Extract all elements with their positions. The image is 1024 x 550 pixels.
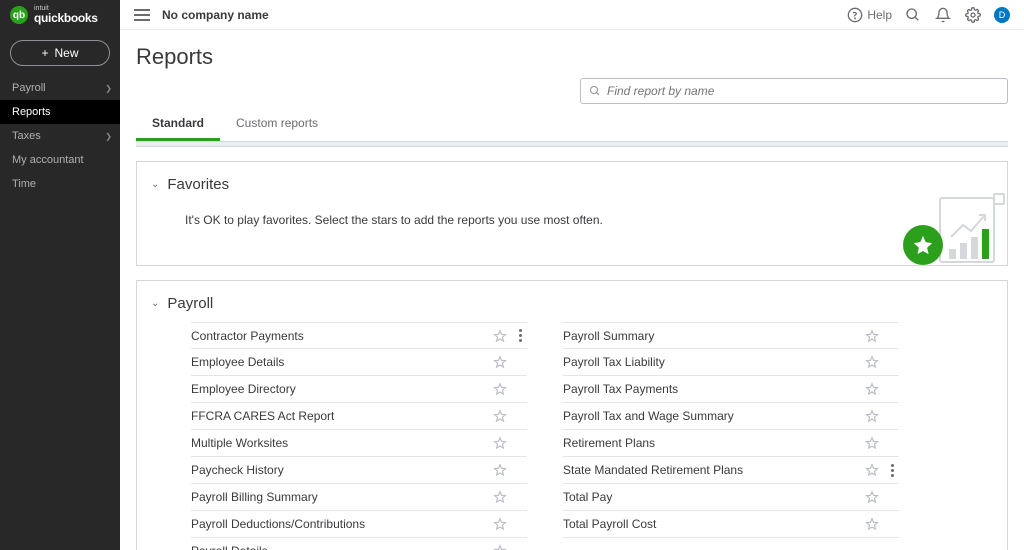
- report-link[interactable]: Employee Directory: [191, 382, 493, 396]
- search-box[interactable]: [580, 78, 1008, 104]
- chevron-down-icon[interactable]: ⌄: [151, 179, 159, 190]
- report-link[interactable]: Multiple Worksites: [191, 436, 493, 450]
- star-icon[interactable]: [493, 355, 507, 369]
- company-name: No company name: [162, 8, 269, 22]
- new-button-label: New: [55, 46, 79, 60]
- report-link[interactable]: Payroll Tax and Wage Summary: [563, 409, 865, 423]
- report-link[interactable]: Total Payroll Cost: [563, 517, 865, 531]
- report-link[interactable]: Payroll Details: [191, 544, 493, 550]
- star-icon[interactable]: [865, 517, 879, 531]
- sidebar-item-time[interactable]: Time: [0, 172, 120, 196]
- help-label: Help: [867, 8, 892, 22]
- help-icon: [847, 7, 863, 23]
- quickbooks-icon: qb: [10, 6, 28, 24]
- report-row: Multiple Worksites: [191, 430, 527, 457]
- report-row: Payroll Details: [191, 538, 527, 550]
- gear-icon[interactable]: [964, 6, 982, 24]
- report-link[interactable]: Retirement Plans: [563, 436, 865, 450]
- sidebar-item-label: Payroll: [12, 82, 46, 94]
- sidebar-item-label: Time: [12, 178, 36, 190]
- sidebar-item-taxes[interactable]: Taxes ❯: [0, 124, 120, 148]
- kebab-icon[interactable]: [885, 464, 899, 477]
- report-row: Payroll Tax and Wage Summary: [563, 403, 899, 430]
- sidebar-item-label: Reports: [12, 106, 51, 118]
- report-link[interactable]: Total Pay: [563, 490, 865, 504]
- star-badge-icon: [903, 225, 943, 265]
- new-button[interactable]: + New: [10, 40, 110, 66]
- sidebar-item-label: Taxes: [12, 130, 41, 142]
- avatar[interactable]: D: [994, 7, 1010, 23]
- report-row: Payroll Deductions/Contributions: [191, 511, 527, 538]
- report-row: Contractor Payments: [191, 322, 527, 349]
- favorites-title: Favorites: [167, 176, 229, 193]
- report-row: FFCRA CARES Act Report: [191, 403, 527, 430]
- report-link[interactable]: Payroll Summary: [563, 329, 865, 343]
- report-link[interactable]: Paycheck History: [191, 463, 493, 477]
- star-icon[interactable]: [493, 490, 507, 504]
- report-link[interactable]: Payroll Tax Liability: [563, 355, 865, 369]
- sidebar: qb intuit quickbooks + New Payroll ❯ Repor…: [0, 0, 120, 550]
- hamburger-icon[interactable]: [134, 9, 150, 21]
- star-icon[interactable]: [493, 436, 507, 450]
- brand-logo: qb intuit quickbooks: [0, 0, 120, 30]
- favorites-message: It's OK to play favorites. Select the st…: [185, 213, 993, 227]
- star-icon[interactable]: [493, 329, 507, 343]
- report-row: State Mandated Retirement Plans: [563, 457, 899, 484]
- report-link[interactable]: State Mandated Retirement Plans: [563, 463, 865, 477]
- search-input[interactable]: [607, 84, 999, 98]
- star-icon[interactable]: [865, 382, 879, 396]
- brand-name: quickbooks: [34, 11, 98, 25]
- report-link[interactable]: Payroll Tax Payments: [563, 382, 865, 396]
- star-icon[interactable]: [493, 409, 507, 423]
- star-icon[interactable]: [865, 409, 879, 423]
- star-icon[interactable]: [865, 355, 879, 369]
- tabs: StandardCustom reports: [136, 108, 1008, 142]
- star-icon[interactable]: [865, 329, 879, 343]
- star-icon[interactable]: [865, 490, 879, 504]
- payroll-title: Payroll: [167, 295, 213, 312]
- section-divider: [136, 141, 1008, 147]
- page-title: Reports: [136, 44, 1008, 70]
- payroll-card: ⌄ Payroll Contractor Payments Employee De…: [136, 280, 1008, 550]
- report-row: Total Pay: [563, 484, 899, 511]
- report-link[interactable]: Employee Details: [191, 355, 493, 369]
- star-icon[interactable]: [865, 463, 879, 477]
- tab-custom-reports[interactable]: Custom reports: [220, 108, 334, 141]
- search-icon[interactable]: [904, 6, 922, 24]
- report-row: Paycheck History: [191, 457, 527, 484]
- star-icon[interactable]: [493, 544, 507, 550]
- topbar: No company name Help D: [120, 0, 1024, 30]
- sidebar-item-reports[interactable]: Reports: [0, 100, 120, 124]
- report-row: Payroll Tax Liability: [563, 349, 899, 376]
- report-row: Payroll Summary: [563, 322, 899, 349]
- sidebar-item-my-accountant[interactable]: My accountant: [0, 148, 120, 172]
- report-row: Retirement Plans: [563, 430, 899, 457]
- report-link[interactable]: Payroll Deductions/Contributions: [191, 517, 493, 531]
- search-icon-inline: [589, 85, 601, 97]
- notifications-icon[interactable]: [934, 6, 952, 24]
- star-icon[interactable]: [493, 463, 507, 477]
- sidebar-item-label: My accountant: [12, 154, 84, 166]
- report-link[interactable]: Payroll Billing Summary: [191, 490, 493, 504]
- report-link[interactable]: Contractor Payments: [191, 329, 493, 343]
- chevron-right-icon: ❯: [105, 132, 112, 141]
- report-row: Employee Details: [191, 349, 527, 376]
- report-row: Payroll Billing Summary: [191, 484, 527, 511]
- favorites-illustration: [903, 195, 1003, 265]
- sidebar-item-payroll[interactable]: Payroll ❯: [0, 76, 120, 100]
- chevron-right-icon: ❯: [105, 84, 112, 93]
- report-row: Payroll Tax Payments: [563, 376, 899, 403]
- star-icon[interactable]: [493, 517, 507, 531]
- report-row: Total Payroll Cost: [563, 511, 899, 538]
- chevron-down-icon[interactable]: ⌄: [151, 298, 159, 309]
- kebab-icon[interactable]: [513, 329, 527, 342]
- help-link[interactable]: Help: [847, 7, 892, 23]
- star-icon[interactable]: [865, 436, 879, 450]
- tab-standard[interactable]: Standard: [136, 108, 220, 141]
- plus-icon: +: [41, 46, 48, 60]
- favorites-card: ⌄ Favorites It's OK to play favorites. S…: [136, 161, 1008, 266]
- report-link[interactable]: FFCRA CARES Act Report: [191, 409, 493, 423]
- report-row: Employee Directory: [191, 376, 527, 403]
- star-icon[interactable]: [493, 382, 507, 396]
